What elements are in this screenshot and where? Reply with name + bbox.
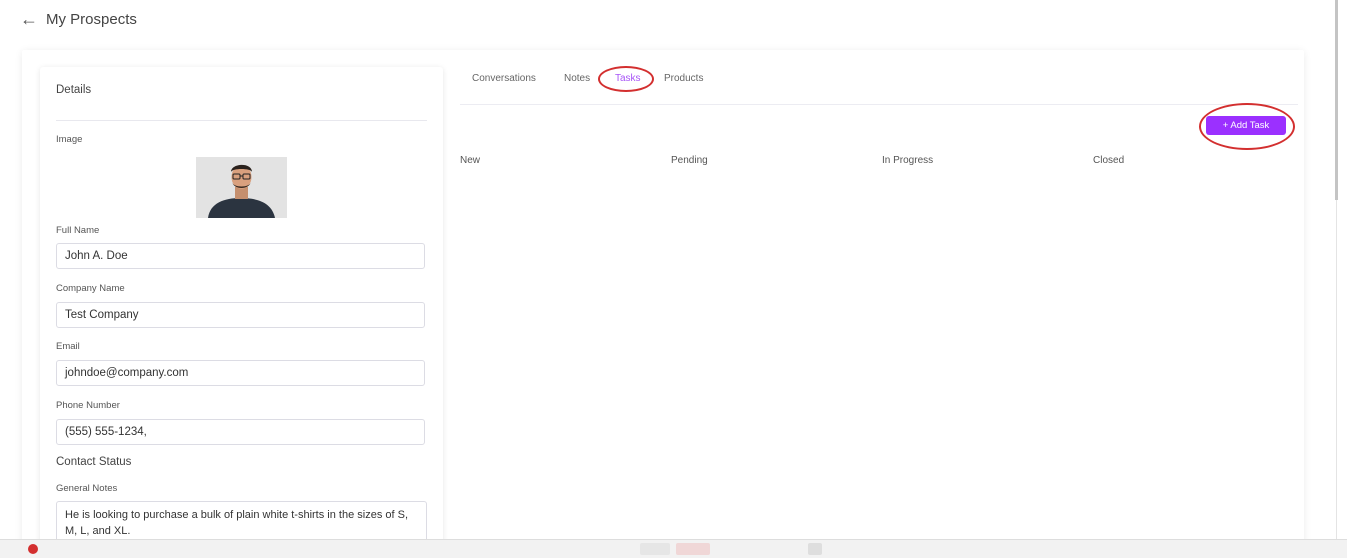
taskbar-item	[640, 543, 670, 555]
company-name-label: Company Name	[56, 283, 125, 294]
tabs-divider	[460, 104, 1298, 105]
tab-products[interactable]: Products	[664, 73, 703, 84]
avatar[interactable]	[196, 157, 287, 218]
avatar-photo	[196, 157, 287, 218]
taskbar-item	[676, 543, 710, 555]
status-dot	[28, 544, 38, 554]
page-title: My Prospects	[46, 11, 137, 28]
full-name-label: Full Name	[56, 225, 100, 236]
tasks-tab-highlight	[598, 66, 654, 92]
column-header-in-progress: In Progress	[882, 155, 934, 166]
phone-number-field[interactable]: (555) 555-1234,	[56, 419, 425, 445]
tab-conversations[interactable]: Conversations	[472, 73, 536, 84]
column-header-closed: Closed	[1093, 155, 1125, 166]
add-task-highlight	[1199, 103, 1295, 150]
top-bar: ← My Prospects	[0, 0, 1334, 44]
general-notes-label: General Notes	[56, 483, 118, 494]
taskbar-item	[808, 543, 822, 555]
column-header-pending: Pending	[671, 155, 708, 166]
email-label: Email	[56, 341, 80, 352]
tab-notes[interactable]: Notes	[564, 73, 590, 84]
image-label: Image	[56, 134, 83, 145]
arrow-left-icon[interactable]: ←	[20, 9, 38, 30]
column-header-new: New	[460, 155, 481, 166]
divider	[56, 120, 427, 121]
contact-status-label: Contact Status	[56, 456, 132, 468]
company-name-field[interactable]: Test Company	[56, 302, 425, 328]
details-title: Details	[56, 84, 92, 96]
email-field[interactable]: johndoe@company.com	[56, 360, 425, 386]
phone-number-label: Phone Number	[56, 400, 120, 411]
details-panel: Details Image Full Name John A. Doe Comp…	[40, 67, 443, 547]
bottom-strip	[0, 539, 1347, 558]
full-name-field[interactable]: John A. Doe	[56, 243, 425, 269]
scrollbar-thumb[interactable]	[1335, 0, 1338, 200]
